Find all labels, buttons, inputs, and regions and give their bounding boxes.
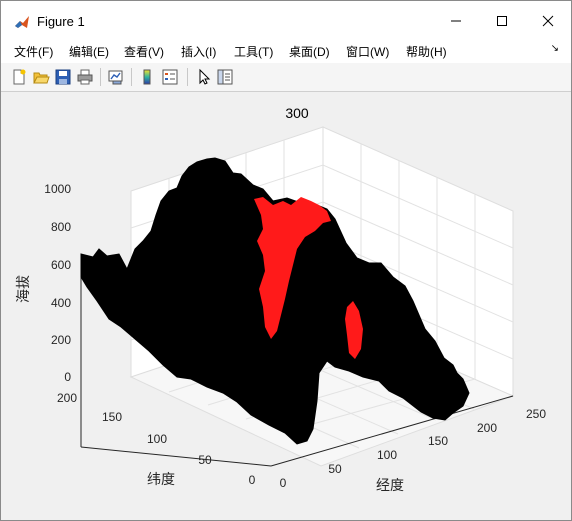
menu-desktop[interactable]: 桌面(D)	[289, 43, 330, 61]
menu-view[interactable]: 查看(V)	[124, 43, 164, 61]
minimize-button[interactable]	[433, 1, 479, 41]
link-plot-icon[interactable]	[107, 68, 125, 86]
x-tick-label: 200	[477, 421, 497, 435]
y-tick-label: 50	[198, 453, 212, 467]
pointer-icon[interactable]	[195, 68, 213, 86]
x-tick-label: 150	[428, 434, 448, 448]
matlab-logo-icon	[15, 16, 29, 28]
legend-icon[interactable]	[161, 68, 179, 86]
z-tick-label: 0	[64, 370, 71, 384]
toolbar-separator	[187, 68, 188, 86]
y-tick-label: 200	[57, 391, 77, 405]
x-tick-label: 0	[280, 476, 287, 490]
print-icon[interactable]	[76, 68, 94, 86]
menu-dock-arrow-icon[interactable]: ↘	[551, 43, 559, 54]
close-button[interactable]	[525, 1, 571, 41]
x-axis-label: 经度	[376, 477, 404, 493]
menu-bar: 文件(F) 编辑(E) 查看(V) 插入(I) 工具(T) 桌面(D) 窗口(W…	[1, 41, 571, 63]
x-tick-label: 100	[377, 448, 397, 462]
menu-file[interactable]: 文件(F)	[14, 43, 53, 61]
z-ticks: 0 200 400 600 800 1000	[44, 182, 71, 384]
x-tick-label: 250	[526, 407, 546, 421]
menu-tools[interactable]: 工具(T)	[234, 43, 273, 61]
toolbar-separator	[100, 68, 101, 86]
surface-plot[interactable]: 300 0 200 400 600 800 1000 海拔 200 150 10…	[1, 92, 571, 520]
menu-edit[interactable]: 编辑(E)	[69, 43, 109, 61]
x-tick-label: 50	[328, 462, 342, 476]
new-figure-icon[interactable]	[10, 68, 28, 86]
toolbar-separator	[131, 68, 132, 86]
open-file-icon[interactable]	[32, 68, 50, 86]
menu-insert[interactable]: 插入(I)	[181, 43, 216, 61]
z-tick-label: 1000	[44, 182, 71, 196]
property-editor-icon[interactable]	[216, 68, 234, 86]
menu-help[interactable]: 帮助(H)	[406, 43, 447, 61]
z-axis-label: 海拔	[15, 275, 31, 303]
y-tick-label: 150	[102, 410, 122, 424]
menu-window[interactable]: 窗口(W)	[346, 43, 389, 61]
close-icon	[542, 15, 554, 27]
figure-canvas: 300 0 200 400 600 800 1000 海拔 200 150 10…	[1, 92, 571, 520]
minimize-icon	[451, 20, 461, 22]
z-tick-label: 200	[51, 333, 71, 347]
toolbar	[1, 63, 571, 92]
maximize-button[interactable]	[479, 1, 525, 41]
y-tick-label: 0	[249, 473, 256, 487]
z-tick-label: 600	[51, 258, 71, 272]
colorbar-icon[interactable]	[138, 68, 156, 86]
save-icon[interactable]	[54, 68, 72, 86]
y-tick-label: 100	[147, 432, 167, 446]
figure-window: Figure 1 文件(F) 编辑(E) 查看(V) 插入(I) 工具(T) 桌…	[0, 0, 572, 521]
window-title: Figure 1	[37, 14, 85, 29]
title-bar: Figure 1	[1, 1, 571, 41]
y-axis-label: 纬度	[147, 471, 175, 487]
z-tick-label: 800	[51, 220, 71, 234]
maximize-icon	[497, 16, 507, 26]
plot-title: 300	[285, 105, 309, 121]
z-tick-label: 400	[51, 296, 71, 310]
